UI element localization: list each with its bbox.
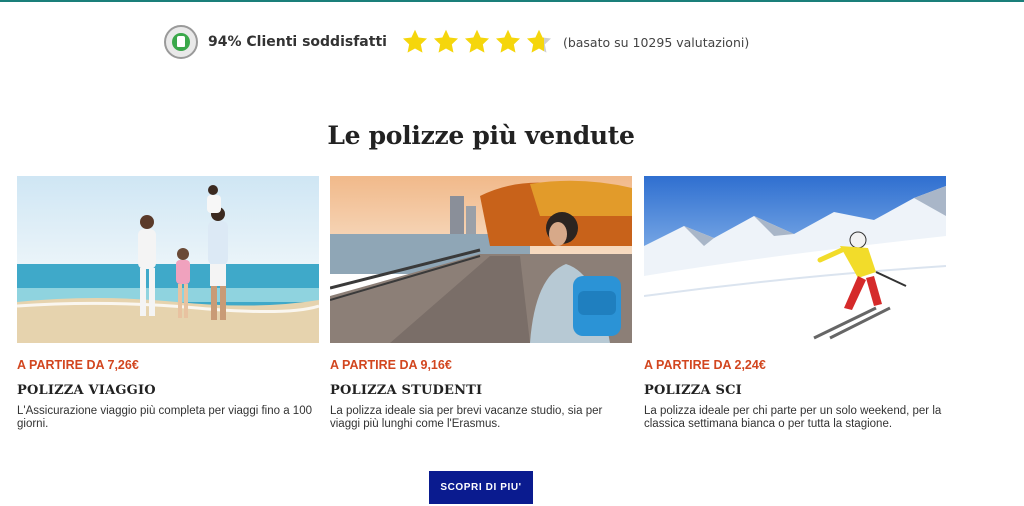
customer-award-badge-icon — [164, 25, 198, 59]
card-price: A PARTIRE DA 2,24€ — [644, 358, 766, 372]
card-description: La polizza ideale sia per brevi vacanze … — [330, 405, 603, 430]
product-card-ski[interactable]: A PARTIRE DA 2,24€ POLIZZA SCI La polizz… — [644, 176, 946, 431]
card-description: L'Assicurazione viaggio più completa per… — [17, 405, 312, 430]
star-icon — [495, 29, 520, 53]
star-icon — [433, 29, 458, 53]
card-title[interactable]: POLIZZA STUDENTI — [330, 383, 632, 398]
card-description: La polizza ideale per chi parte per un s… — [644, 405, 942, 430]
card-price: A PARTIRE DA 9,16€ — [330, 358, 452, 372]
star-icon — [402, 29, 427, 53]
student-waterfront-photo-icon — [330, 176, 632, 343]
rating-stars — [401, 28, 553, 56]
card-price: A PARTIRE DA 7,26€ — [17, 358, 139, 372]
rating-count-note: (basato su 10295 valutazioni) — [562, 34, 750, 50]
section-title: Le polizze più vendute — [327, 120, 635, 150]
product-card-travel[interactable]: A PARTIRE DA 7,26€ POLIZZA VIAGGIO L'Ass… — [17, 176, 319, 431]
customer-rating-bar: 94% Clienti soddisfatti (basato su 10295… — [164, 24, 749, 60]
family-beach-photo-icon — [17, 176, 319, 343]
top-accent-line — [0, 0, 1024, 2]
discover-more-button[interactable]: SCOPRI DI PIU' — [429, 471, 533, 504]
product-card-students[interactable]: A PARTIRE DA 9,16€ POLIZZA STUDENTI La p… — [330, 176, 632, 431]
satisfied-customers-label: 94% Clienti soddisfatti — [208, 34, 387, 50]
skier-mountain-photo-icon — [644, 176, 946, 343]
star-icon — [464, 29, 489, 53]
card-title[interactable]: POLIZZA SCI — [644, 383, 946, 398]
star-partial-icon — [526, 29, 551, 53]
card-title[interactable]: POLIZZA VIAGGIO — [17, 383, 319, 398]
